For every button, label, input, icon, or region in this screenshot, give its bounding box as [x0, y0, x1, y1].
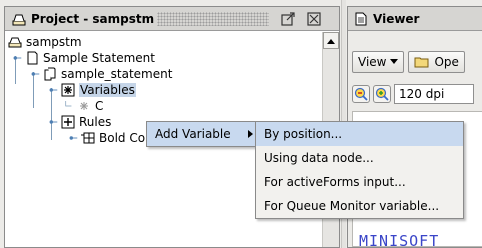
tree-label-variable-child: C: [95, 99, 104, 113]
arrow-up-icon: [327, 38, 335, 44]
zoom-in-button[interactable]: [373, 85, 391, 103]
tree-node-rules[interactable]: Rules: [47, 114, 111, 130]
expand-handle-icon[interactable]: [47, 115, 59, 129]
zoom-in-icon: [375, 87, 389, 101]
zoom-out-icon: [354, 87, 368, 101]
tree-label-root: sampstm: [26, 35, 82, 49]
add-variable-submenu: By position... Using data node... For ac…: [255, 121, 464, 219]
tree-node-document[interactable]: sample_statement: [29, 66, 172, 82]
dpi-field[interactable]: 120 dpi: [394, 84, 474, 104]
submenu-arrow-icon: [248, 130, 253, 138]
zoom-out-button[interactable]: [352, 85, 370, 103]
menu-item-by-position[interactable]: By position...: [256, 122, 463, 146]
rule-item-icon: [81, 132, 95, 144]
expand-handle-icon[interactable]: [29, 67, 41, 81]
variable-icon: [80, 102, 88, 110]
project-panel-title: Project - sampstm: [31, 11, 155, 26]
close-panel-button[interactable]: [305, 10, 323, 28]
menu-item-activeforms-input[interactable]: For activeForms input...: [256, 170, 463, 194]
variables-icon: [61, 83, 75, 97]
view-menu-label: View: [358, 55, 387, 69]
dpi-value: 120 dpi: [399, 87, 445, 101]
menu-item-queue-monitor-variable[interactable]: For Queue Monitor variable...: [256, 194, 463, 218]
tree-label-document: sample_statement: [61, 67, 173, 81]
titlebar-grip[interactable]: [157, 12, 269, 26]
float-window-icon: [281, 12, 295, 26]
tree-branch-icon: [65, 101, 72, 107]
close-icon: [307, 12, 321, 26]
pages-icon: [44, 67, 56, 81]
tree-node-statement[interactable]: Sample Statement: [11, 50, 155, 66]
tree-node-variables[interactable]: Variables: [47, 82, 136, 98]
menu-item-using-data-node[interactable]: Using data node...: [256, 146, 463, 170]
viewer-title: Viewer: [373, 11, 420, 26]
menu-label-queue-monitor-variable: For Queue Monitor variable...: [264, 199, 440, 213]
tree-label-variables: Variables: [79, 83, 136, 97]
viewer-titlebar[interactable]: Viewer: [348, 7, 482, 31]
menu-label-by-position: By position...: [264, 127, 343, 141]
document-icon: [355, 12, 367, 25]
menu-label-add-variable: Add Variable: [155, 127, 231, 141]
context-menu: Add Variable: [146, 121, 258, 147]
menu-label-activeforms-input: For activeForms input...: [264, 175, 406, 189]
statement-document-icon: [27, 51, 38, 65]
preview-text: MINISOFT: [359, 232, 440, 248]
rules-icon: [61, 115, 75, 129]
expand-handle-icon[interactable]: [67, 131, 79, 145]
tree-label-rules: Rules: [79, 115, 112, 129]
scroll-up-button[interactable]: [323, 32, 339, 49]
project-icon: [12, 14, 26, 25]
tree-node-root[interactable]: sampstm: [8, 34, 82, 50]
chevron-down-icon: [390, 59, 399, 64]
zoom-toolbar: 120 dpi: [352, 84, 474, 104]
menu-label-using-data-node: Using data node...: [264, 151, 374, 165]
tree-label-statement: Sample Statement: [43, 51, 155, 65]
viewer-toolbar: View Ope: [352, 51, 465, 73]
folder-open-icon: [414, 57, 429, 68]
expand-handle-icon[interactable]: [11, 51, 23, 65]
tree-node-variable-child[interactable]: C: [65, 98, 103, 114]
view-menu-button[interactable]: View: [352, 51, 405, 73]
menu-item-add-variable[interactable]: Add Variable: [147, 122, 257, 146]
open-button-label: Ope: [434, 55, 459, 69]
open-button[interactable]: Ope: [408, 51, 465, 73]
project-panel-titlebar[interactable]: Project - sampstm: [5, 7, 339, 31]
expand-handle-icon[interactable]: [47, 83, 59, 97]
float-panel-button[interactable]: [279, 10, 297, 28]
project-icon: [8, 37, 22, 48]
